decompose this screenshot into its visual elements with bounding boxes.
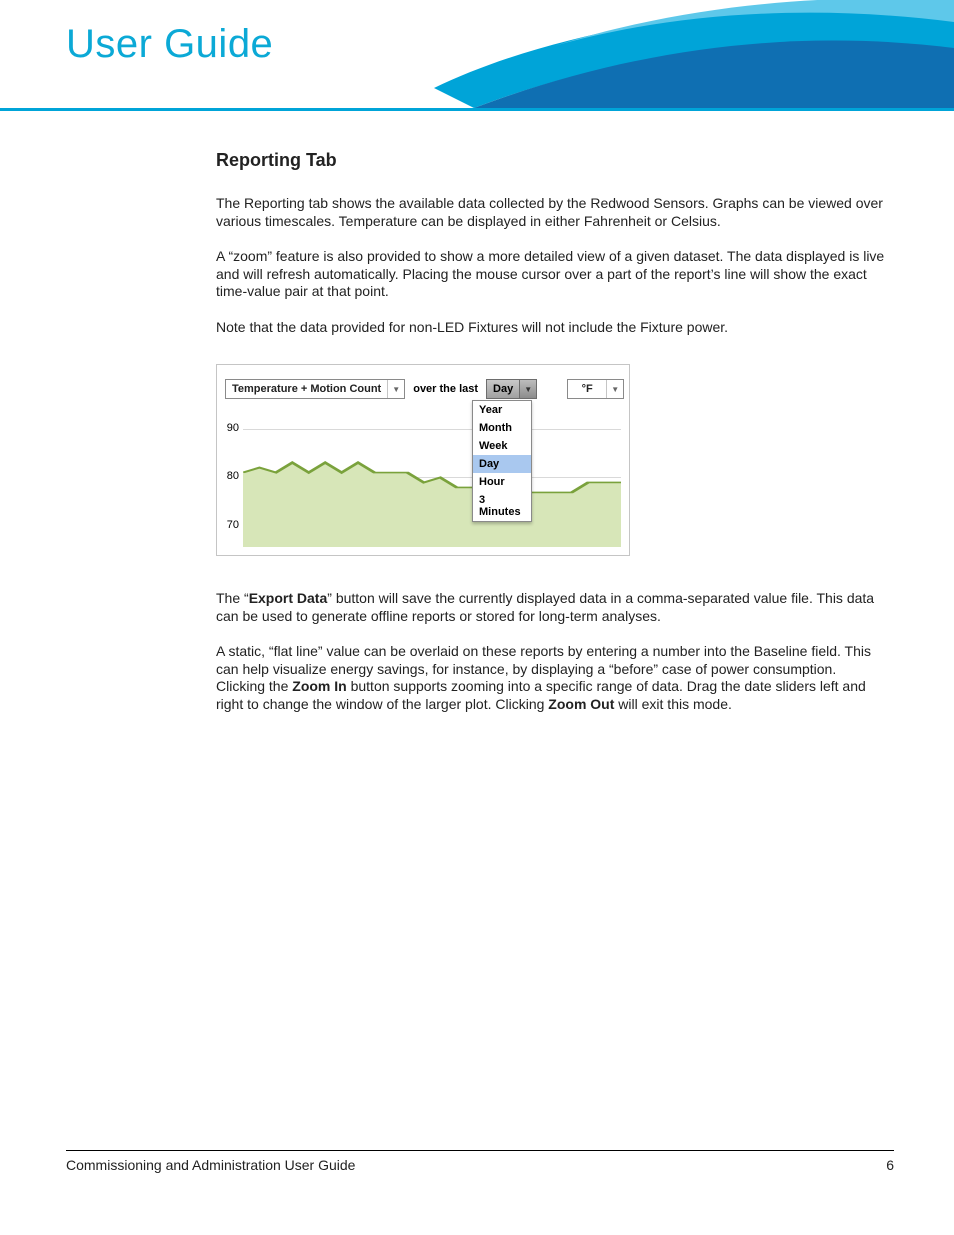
page-footer: Commissioning and Administration User Gu…: [66, 1150, 894, 1173]
paragraph: The Reporting tab shows the available da…: [216, 195, 886, 230]
reporting-widget-figure: Temperature + Motion Count ▼ over the la…: [216, 364, 630, 556]
paragraph: A “zoom” feature is also provided to sho…: [216, 248, 886, 301]
timescale-dropdown-label: Day: [487, 383, 519, 395]
footer-page-number: 6: [886, 1157, 894, 1173]
y-tick: 80: [219, 470, 239, 482]
unit-dropdown[interactable]: °F ▼: [567, 379, 624, 399]
chevron-down-icon: ▼: [606, 380, 623, 398]
chevron-down-icon: ▼: [387, 380, 404, 398]
unit-dropdown-label: °F: [568, 383, 606, 395]
paragraph: A static, “flat line” value can be overl…: [216, 643, 886, 713]
timescale-option-day[interactable]: Day: [473, 455, 531, 473]
chevron-down-icon: ▼: [519, 380, 536, 398]
timescale-option-year[interactable]: Year: [473, 401, 531, 419]
y-tick: 90: [219, 422, 239, 434]
timescale-dropdown[interactable]: Day ▼: [486, 379, 537, 399]
footer-left: Commissioning and Administration User Gu…: [66, 1157, 355, 1173]
chart-area: 90 80 70: [243, 413, 621, 547]
doc-title: User Guide: [66, 22, 273, 67]
timescale-option-week[interactable]: Week: [473, 437, 531, 455]
timescale-option-3minutes[interactable]: 3 Minutes: [473, 491, 531, 521]
content-area: Reporting Tab The Reporting tab shows th…: [216, 150, 886, 731]
paragraph: Note that the data provided for non-LED …: [216, 319, 886, 337]
page-header: User Guide: [0, 0, 954, 111]
control-row: Temperature + Motion Count ▼ over the la…: [225, 379, 624, 399]
section-heading: Reporting Tab: [216, 150, 886, 171]
timescale-option-month[interactable]: Month: [473, 419, 531, 437]
over-the-last-label: over the last: [411, 383, 480, 395]
metric-dropdown[interactable]: Temperature + Motion Count ▼: [225, 379, 405, 399]
timescale-menu: Year Month Week Day Hour 3 Minutes: [472, 400, 532, 522]
y-tick: 70: [219, 519, 239, 531]
paragraph: The “Export Data” button will save the c…: [216, 590, 886, 625]
metric-dropdown-label: Temperature + Motion Count: [226, 383, 387, 395]
header-swoosh: [434, 0, 954, 108]
chart-svg: [243, 413, 621, 547]
timescale-option-hour[interactable]: Hour: [473, 473, 531, 491]
